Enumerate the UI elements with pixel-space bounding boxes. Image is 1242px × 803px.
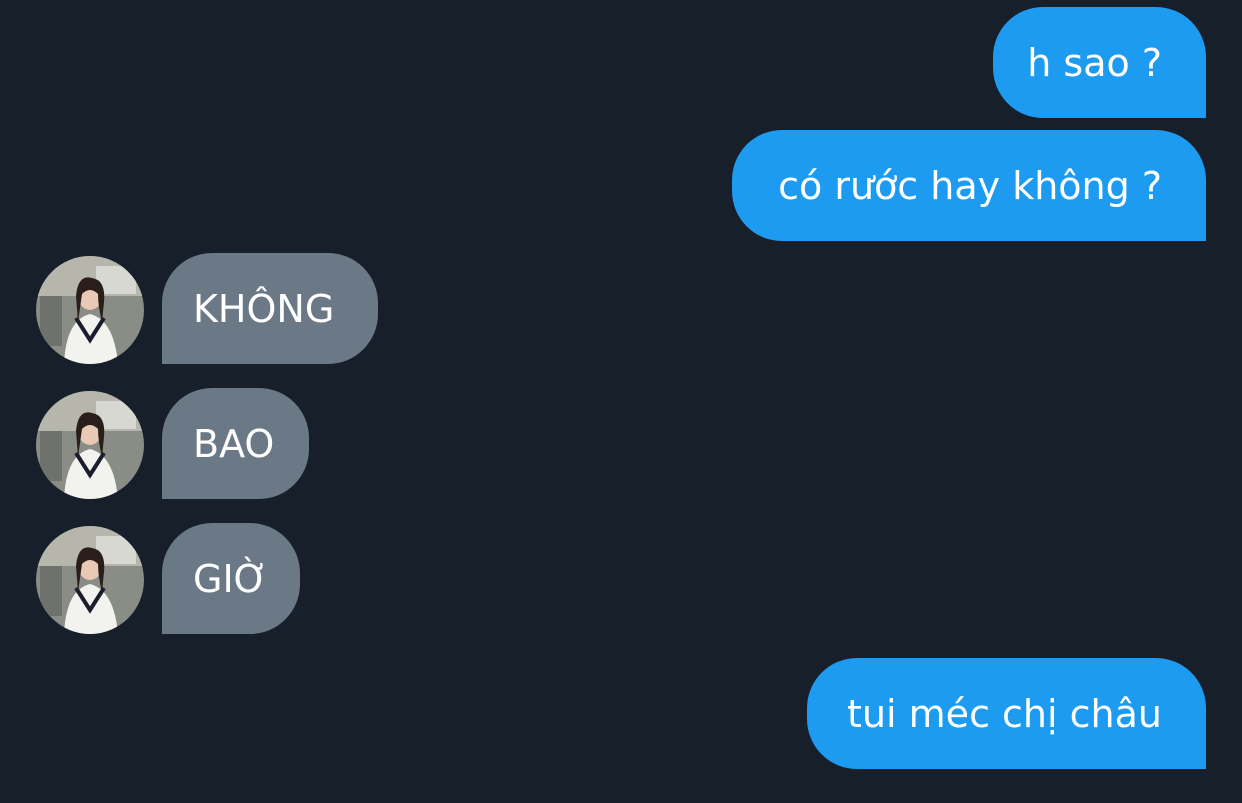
message-text: có rước hay không ?: [778, 163, 1162, 208]
message-text: GIỜ: [193, 556, 269, 601]
contact-avatar[interactable]: [36, 526, 144, 634]
message-text: h sao ?: [1027, 40, 1162, 85]
contact-avatar[interactable]: [36, 256, 144, 364]
message-text: BAO: [193, 421, 275, 466]
message-bubble-sent[interactable]: h sao ?: [993, 7, 1206, 118]
contact-avatar[interactable]: [36, 391, 144, 499]
message-text: tui méc chị châu: [847, 691, 1162, 736]
message-bubble-sent[interactable]: có rước hay không ?: [732, 130, 1206, 241]
message-text: KHÔNG: [193, 286, 335, 331]
message-bubble-received[interactable]: GIỜ: [162, 523, 300, 634]
message-bubble-sent[interactable]: tui méc chị châu: [807, 658, 1206, 769]
message-bubble-received[interactable]: BAO: [162, 388, 309, 499]
message-bubble-received[interactable]: KHÔNG: [162, 253, 378, 364]
